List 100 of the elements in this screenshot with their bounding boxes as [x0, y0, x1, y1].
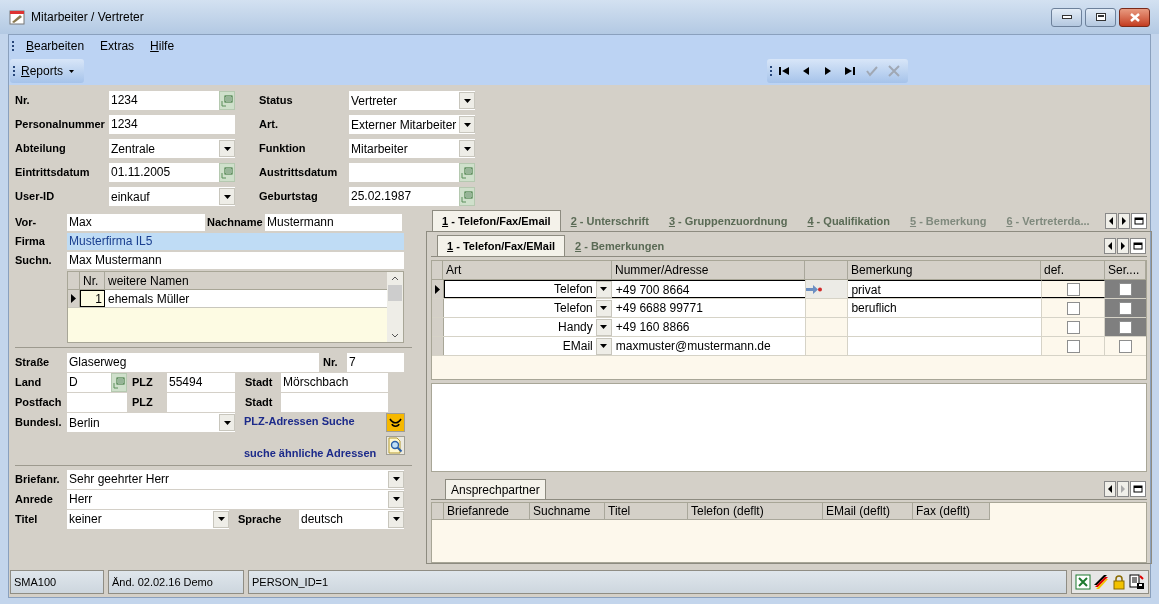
menu-item[interactable]: Hilfe	[150, 37, 175, 55]
dropdown[interactable]: Externer Mitarbeiter	[349, 115, 475, 134]
dropdown[interactable]: Telefon	[444, 299, 613, 317]
scroll-left-icon[interactable]	[1104, 238, 1116, 254]
link-arrow-icon[interactable]	[806, 284, 825, 294]
scrollbar[interactable]	[387, 272, 403, 342]
save-document-icon[interactable]	[1129, 574, 1145, 590]
table-row[interactable]: Telefon +49 6688 99771 beruflich	[432, 299, 1146, 318]
dropdown[interactable]: Vertreter	[349, 91, 475, 110]
text-field[interactable]: 01.11.2005	[109, 163, 219, 182]
dropdown[interactable]: Mitarbeiter	[349, 139, 475, 158]
dropdown[interactable]: einkauf	[109, 187, 235, 206]
scroll-right-icon[interactable]	[1118, 213, 1130, 229]
text-field[interactable]: 7	[347, 353, 404, 372]
text-field[interactable]: Mustermann	[265, 214, 402, 231]
grip-icon	[13, 65, 16, 77]
checkbox[interactable]	[1119, 282, 1133, 296]
window-list-icon[interactable]	[1131, 213, 1147, 229]
spreadsheet-icon[interactable]	[1075, 574, 1091, 590]
window-list-icon[interactable]	[1130, 238, 1146, 254]
dropdown[interactable]: Telefon	[444, 280, 613, 298]
tab[interactable]: 4 - Qualifikation	[797, 210, 900, 231]
search-button[interactable]	[386, 436, 405, 455]
scroll-left-icon[interactable]	[1104, 481, 1116, 497]
caret-icon	[463, 98, 471, 103]
checkbox[interactable]	[1119, 301, 1133, 315]
dropdown[interactable]: Handy	[444, 318, 613, 336]
dropdown[interactable]: EMail	[444, 337, 613, 355]
table-row[interactable]: Telefon +49 700 8664 privat	[432, 280, 1146, 299]
checkbox[interactable]	[1119, 339, 1133, 353]
text-field[interactable]: Musterfirma IL5	[67, 233, 404, 250]
text-field[interactable]: 25.02.1987	[349, 187, 459, 206]
checkbox[interactable]	[1066, 320, 1080, 334]
tab[interactable]: 3 - Gruppenzuordnung	[658, 210, 798, 231]
lookup-button[interactable]	[111, 373, 127, 392]
dropdown[interactable]: Berlin	[67, 413, 235, 432]
checkbox[interactable]	[1119, 320, 1133, 334]
table-row[interactable]: 1 ehemals Müller	[68, 290, 387, 308]
caret-icon	[223, 194, 231, 199]
column-header: Fax (deflt)	[913, 503, 990, 520]
text-field[interactable]	[281, 393, 388, 412]
text-field[interactable]: Mörschbach	[281, 373, 388, 392]
reports-button[interactable]: Reports	[10, 59, 84, 83]
text-field[interactable]: D	[67, 373, 111, 392]
table-cell: beruflich	[848, 299, 1042, 317]
column-header: Nummer/Adresse	[612, 261, 805, 279]
window-list-icon[interactable]	[1130, 481, 1146, 497]
checkbox[interactable]	[1066, 301, 1080, 315]
text-field[interactable]: 1234	[109, 91, 219, 110]
tab[interactable]: 2 - Bemerkungen	[565, 235, 675, 256]
search-icon	[387, 437, 404, 454]
caret-icon	[600, 344, 608, 348]
menu-item[interactable]: Bearbeiten	[26, 37, 85, 55]
scroll-left-icon[interactable]	[1105, 213, 1117, 229]
text-field[interactable]: 1234	[109, 115, 235, 134]
field-label: Briefanr.	[15, 471, 61, 487]
field-label: Funktion	[259, 141, 307, 157]
text-field[interactable]: Glaserweg	[67, 353, 319, 372]
column-header: def.	[1041, 261, 1105, 279]
checkbox[interactable]	[1066, 339, 1080, 353]
tab[interactable]: 1 - Telefon/Fax/Email	[432, 210, 561, 231]
checkbox[interactable]	[1066, 282, 1080, 296]
close-button[interactable]	[1119, 7, 1150, 27]
table-row[interactable]: Handy +49 160 8866	[432, 318, 1146, 337]
tab[interactable]: Ansprechpartner	[445, 479, 546, 499]
lookup-button[interactable]	[219, 91, 235, 110]
minimize-button[interactable]	[1051, 7, 1082, 27]
tab[interactable]: 1 - Telefon/Fax/EMail	[437, 235, 565, 256]
lookup-button[interactable]	[219, 163, 235, 182]
dropdown[interactable]: Herr	[67, 489, 404, 509]
post-horn-button[interactable]	[386, 413, 405, 432]
column-header: Suchname	[530, 503, 605, 520]
scroll-thumb[interactable]	[388, 285, 402, 301]
dropdown[interactable]: Zentrale	[109, 139, 235, 158]
remarks-area[interactable]	[431, 383, 1147, 472]
last-record-icon	[843, 64, 857, 78]
lookup-button[interactable]	[459, 187, 475, 206]
dropdown[interactable]: keiner	[67, 509, 229, 529]
text-field[interactable]: 55494	[167, 373, 235, 392]
scroll-right-icon[interactable]	[1117, 238, 1129, 254]
lookup-button[interactable]	[459, 163, 475, 182]
text-field[interactable]: Max	[67, 214, 205, 231]
app-icon	[9, 9, 25, 25]
menu-item[interactable]: Extras	[100, 37, 135, 55]
row-header[interactable]	[432, 280, 444, 298]
text-field[interactable]	[349, 163, 459, 182]
link[interactable]: suche ähnliche Adressen	[244, 436, 386, 462]
close-icon	[887, 64, 901, 78]
field-label: Firma	[15, 234, 46, 250]
text-field[interactable]: Max Mustermann	[67, 252, 404, 269]
maximize-button[interactable]	[1085, 7, 1116, 27]
flag-icon[interactable]	[1093, 574, 1109, 590]
row-header[interactable]	[68, 290, 80, 307]
link[interactable]: PLZ-Adressen Suche	[244, 413, 386, 430]
text-field[interactable]	[67, 393, 127, 412]
tab[interactable]: 2 - Unterschrift	[560, 210, 659, 231]
dropdown[interactable]: Sehr geehrter Herr	[67, 469, 404, 489]
text-field[interactable]	[167, 393, 235, 412]
table-row[interactable]: EMail maxmuster@mustermann.de	[432, 337, 1146, 356]
dropdown[interactable]: deutsch	[299, 509, 404, 529]
